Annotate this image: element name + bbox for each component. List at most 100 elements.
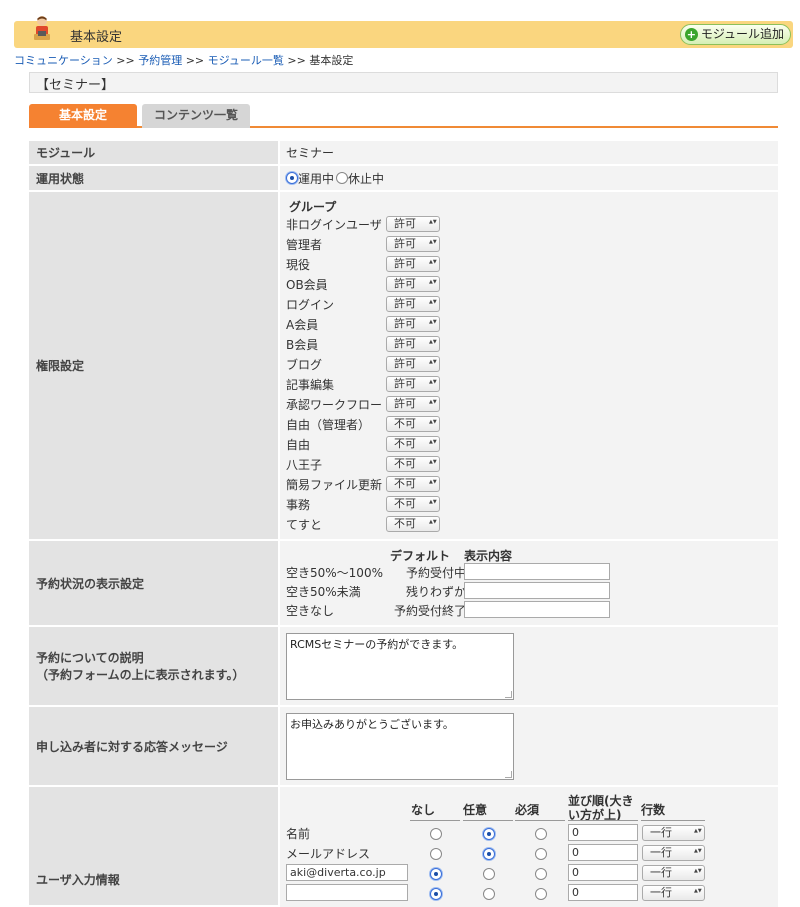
select-arrow-icon: ▲▼ xyxy=(429,339,437,345)
user-field-order-input[interactable]: 0 xyxy=(568,824,638,841)
permission-select-value: 許可 xyxy=(394,377,416,390)
permission-select[interactable]: 許可 ▲▼ xyxy=(386,296,440,312)
permission-group-name: 簡易ファイル更新 xyxy=(286,478,383,492)
display-content-input[interactable] xyxy=(464,601,610,618)
user-field-radio-required[interactable] xyxy=(535,828,547,840)
permission-select-value: 不可 xyxy=(394,477,416,490)
user-field-order-input[interactable]: 0 xyxy=(568,844,638,861)
tab-basic-settings[interactable]: 基本設定 xyxy=(29,104,137,128)
permission-group-name: 現役 xyxy=(286,258,311,272)
display-content-input[interactable] xyxy=(464,563,610,580)
display-condition: 空き50%〜100% xyxy=(286,566,383,580)
user-field-lines-select[interactable]: 一行 ▲▼ xyxy=(642,825,705,841)
permission-select[interactable]: 許可 ▲▼ xyxy=(386,256,440,272)
permission-select[interactable]: 許可 ▲▼ xyxy=(386,376,440,392)
permission-select-value: 許可 xyxy=(394,277,416,290)
add-module-label: モジュール追加 xyxy=(700,27,784,41)
permission-group-name: 事務 xyxy=(286,498,311,512)
plus-icon: + xyxy=(684,28,698,41)
resize-grip-icon[interactable] xyxy=(505,771,512,778)
permission-select-value: 許可 xyxy=(394,257,416,270)
permission-select[interactable]: 不可 ▲▼ xyxy=(386,436,440,452)
breadcrumb-link-reservation[interactable]: 予約管理 xyxy=(138,54,182,67)
breadcrumb-link-communication[interactable]: コミュニケーション xyxy=(14,54,113,67)
resize-grip-icon[interactable] xyxy=(505,691,512,698)
user-field-radio-required[interactable] xyxy=(535,888,547,900)
response-textarea[interactable]: お申込みありがとうございます。 xyxy=(286,713,514,780)
user-field-radio-none[interactable] xyxy=(430,868,442,880)
permission-select[interactable]: 不可 ▲▼ xyxy=(386,496,440,512)
user-field-lines-select[interactable]: 一行 ▲▼ xyxy=(642,885,705,901)
description-row: 予約についての説明 （予約フォームの上に表示されます。） RCMSセミナーの予約… xyxy=(29,627,778,707)
user-input-row: ユーザ入力情報 なし 任意 必須 並び順(大き い方が上) 行数 名前 0 一行 ▲▼… xyxy=(29,787,778,907)
permission-select[interactable]: 許可 ▲▼ xyxy=(386,276,440,292)
user-field-radio-none[interactable] xyxy=(430,828,442,840)
user-field-name: 名前 xyxy=(286,827,311,841)
user-col-optional: 任意 xyxy=(463,803,488,817)
display-default: 残りわずか xyxy=(405,585,466,599)
description-label-line1: 予約についての説明 xyxy=(36,651,144,665)
permission-select[interactable]: 不可 ▲▼ xyxy=(386,416,440,432)
permission-select[interactable]: 許可 ▲▼ xyxy=(386,356,440,372)
select-arrow-icon: ▲▼ xyxy=(694,828,702,834)
permission-select[interactable]: 許可 ▲▼ xyxy=(386,216,440,232)
permission-select-value: 不可 xyxy=(394,497,416,510)
select-arrow-icon: ▲▼ xyxy=(429,499,437,505)
permission-select-value: 許可 xyxy=(394,297,416,310)
header-title: 基本設定 xyxy=(70,30,123,45)
permissions-header: グループ xyxy=(289,200,337,214)
column-divider xyxy=(463,820,513,821)
user-field-lines-select[interactable]: 一行 ▲▼ xyxy=(642,845,705,861)
breadcrumb-link-module-list[interactable]: モジュール一覧 xyxy=(208,54,284,67)
column-divider xyxy=(641,820,705,821)
select-arrow-icon: ▲▼ xyxy=(429,299,437,305)
description-text: RCMSセミナーの予約ができます。 xyxy=(290,638,464,651)
permission-select-value: 不可 xyxy=(394,457,416,470)
user-col-lines: 行数 xyxy=(641,803,666,817)
permission-group-name: 記事編集 xyxy=(286,378,335,392)
user-field-radio-required[interactable] xyxy=(535,848,547,860)
user-field-radio-optional[interactable] xyxy=(483,888,495,900)
user-field-order-input[interactable]: 0 xyxy=(568,884,638,901)
response-label: 申し込み者に対する応答メッセージ xyxy=(29,707,278,785)
permission-group-name: 非ログインユーザ xyxy=(286,218,382,232)
tab-content-list[interactable]: コンテンツ一覧 xyxy=(142,104,250,128)
permission-select[interactable]: 許可 ▲▼ xyxy=(386,336,440,352)
select-arrow-icon: ▲▼ xyxy=(429,259,437,265)
status-radio-active[interactable] xyxy=(286,172,298,184)
user-field-radio-required[interactable] xyxy=(535,868,547,880)
permission-group-name: A会員 xyxy=(286,318,319,332)
user-col-required: 必須 xyxy=(515,803,540,817)
select-arrow-icon: ▲▼ xyxy=(429,479,437,485)
user-input-label: ユーザ入力情報 xyxy=(29,787,278,905)
add-module-button[interactable]: + モジュール追加 xyxy=(679,24,791,45)
display-settings: デフォルト 表示内容 空き50%〜100% 予約受付中 空き50%未満 残りわずか 空き… xyxy=(280,541,778,625)
permission-select[interactable]: 許可 ▲▼ xyxy=(386,396,440,412)
permission-select[interactable]: 不可 ▲▼ xyxy=(386,476,440,492)
module-value: セミナー xyxy=(286,146,335,160)
user-field-lines-select[interactable]: 一行 ▲▼ xyxy=(642,865,705,881)
permission-select[interactable]: 許可 ▲▼ xyxy=(386,236,440,252)
permission-group-name: 管理者 xyxy=(286,238,323,252)
user-field-radio-optional[interactable] xyxy=(483,868,495,880)
user-field-name-input[interactable] xyxy=(286,884,408,901)
description-textarea[interactable]: RCMSセミナーの予約ができます。 xyxy=(286,633,514,700)
user-field-radio-none[interactable] xyxy=(430,888,442,900)
permission-group-name: 八王子 xyxy=(286,458,323,472)
select-arrow-icon: ▲▼ xyxy=(429,399,437,405)
display-content-input[interactable] xyxy=(464,582,610,599)
permission-select[interactable]: 許可 ▲▼ xyxy=(386,316,440,332)
user-field-name-input[interactable]: aki@diverta.co.jp xyxy=(286,864,408,881)
permission-select[interactable]: 不可 ▲▼ xyxy=(386,456,440,472)
select-arrow-icon: ▲▼ xyxy=(429,319,437,325)
user-field-order-input[interactable]: 0 xyxy=(568,864,638,881)
permission-select[interactable]: 不可 ▲▼ xyxy=(386,516,440,532)
user-field-radio-none[interactable] xyxy=(430,848,442,860)
user-field-radio-optional[interactable] xyxy=(483,828,495,840)
page-header: 基本設定 + モジュール追加 xyxy=(14,16,793,48)
description-label: 予約についての説明 （予約フォームの上に表示されます。） xyxy=(29,627,278,705)
status-radio-paused[interactable] xyxy=(336,172,349,184)
permissions-group-list: グループ 非ログインユーザ 許可 ▲▼ 管理者 許可 ▲▼ 現役 許可 ▲▼ OB会員 許可 ▲▼ ログ… xyxy=(280,192,778,539)
user-field-radio-optional[interactable] xyxy=(483,848,495,860)
select-arrow-icon: ▲▼ xyxy=(429,519,437,525)
